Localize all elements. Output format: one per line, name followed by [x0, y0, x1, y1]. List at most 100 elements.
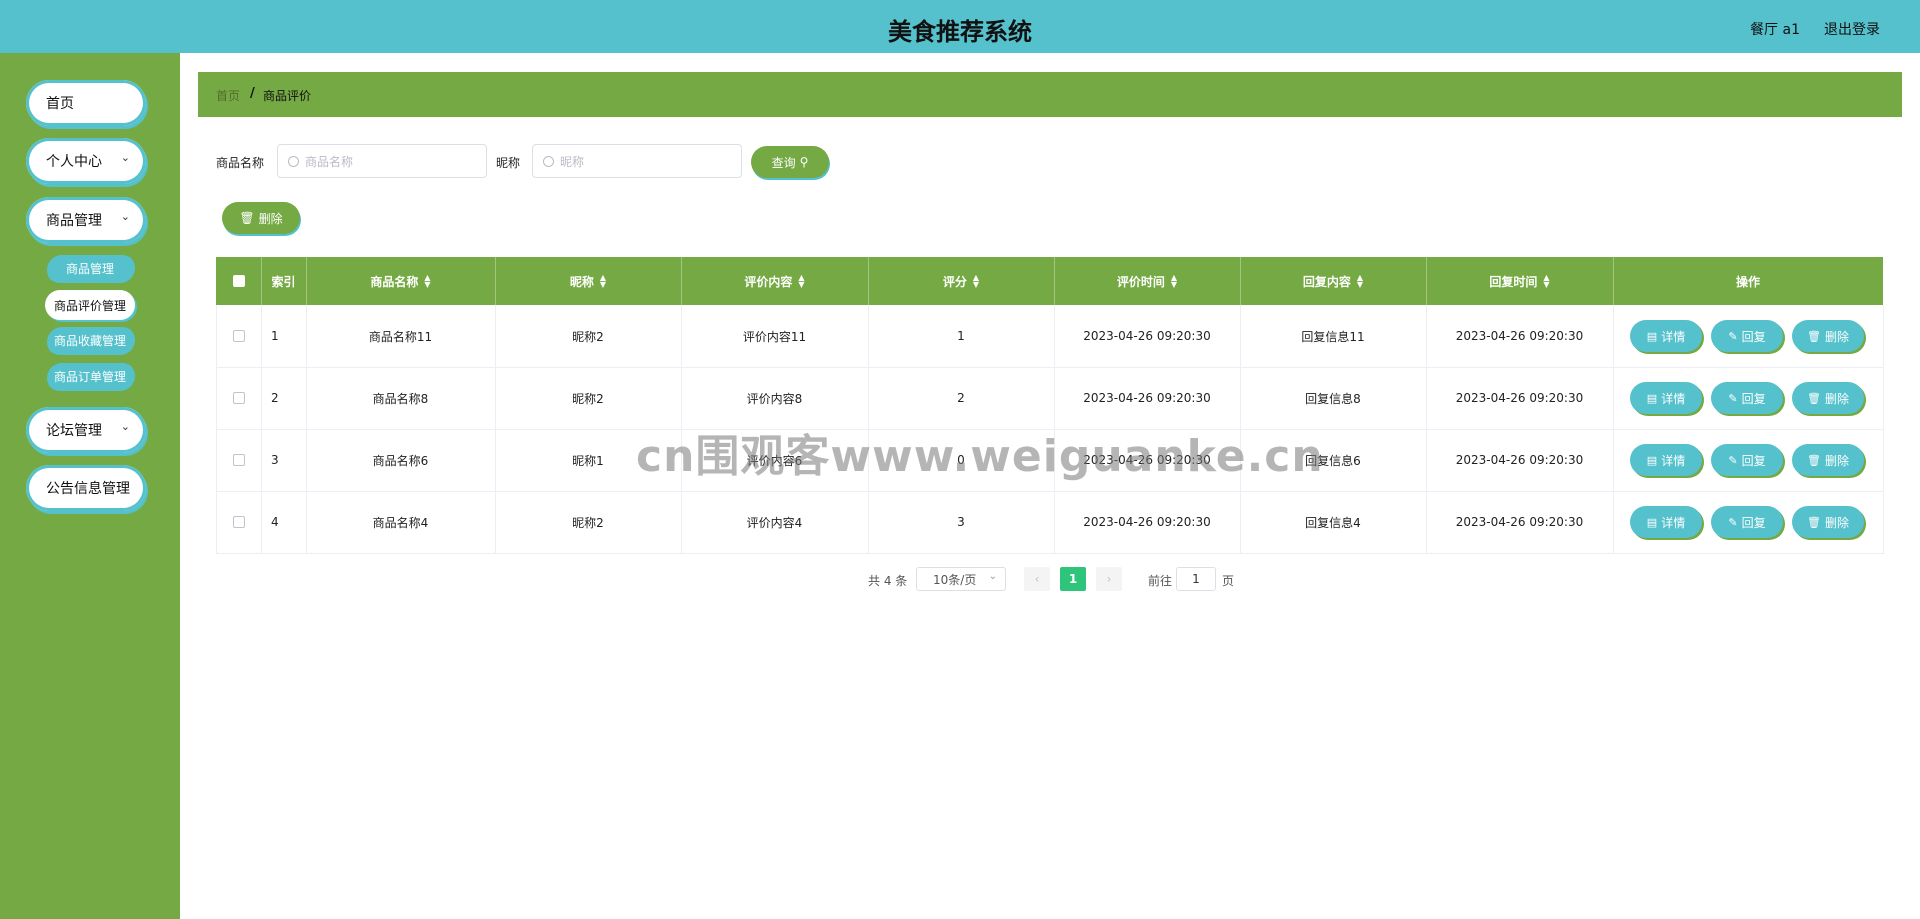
- next-page-button[interactable]: ›: [1096, 567, 1122, 591]
- edit-icon: ✎: [1728, 391, 1738, 405]
- cell-reply-time: 2023-04-26 09:20:30: [1455, 515, 1584, 529]
- sidebar-item-label: 商品管理: [46, 213, 102, 229]
- delete-label: 删除: [1824, 329, 1849, 344]
- column-header-name[interactable]: 商品名称 ▲ ▼: [306, 257, 496, 305]
- reply-button[interactable]: ✎ 回复: [1711, 444, 1783, 476]
- sidebar-subitem-goods[interactable]: 商品管理: [45, 253, 135, 283]
- sidebar-item-goods[interactable]: 商品管理 ⌄: [26, 197, 146, 243]
- cell-reply: 回复信息11: [1301, 329, 1365, 344]
- prev-page-button[interactable]: ‹: [1024, 567, 1050, 591]
- sidebar-item-profile[interactable]: 个人中心 ⌄: [26, 138, 146, 184]
- detail-label: 详情: [1661, 329, 1686, 344]
- column-header-label: 昵称: [569, 274, 594, 289]
- reply-button[interactable]: ✎ 回复: [1711, 382, 1783, 414]
- column-header-label: 商品名称: [370, 274, 419, 289]
- column-header-actions: 操作: [1613, 257, 1883, 305]
- sort-icon[interactable]: ▲ ▼: [1357, 274, 1363, 289]
- cell-time: 2023-04-26 09:20:30: [1083, 329, 1211, 343]
- row-checkbox[interactable]: [216, 367, 261, 429]
- trash-icon: 🗑: [1807, 329, 1821, 343]
- app-title: 美食推荐系统: [888, 18, 1032, 46]
- column-header-label: 索引: [271, 274, 296, 289]
- sort-icon[interactable]: ▲ ▼: [973, 274, 979, 289]
- delete-label: 删除: [258, 211, 283, 226]
- sort-icon[interactable]: ▲ ▼: [424, 274, 430, 289]
- delete-button[interactable]: 🗑 删除: [1792, 320, 1864, 352]
- row-checkbox[interactable]: [216, 429, 261, 491]
- trash-icon: 🗑: [239, 211, 255, 225]
- delete-label: 删除: [1824, 391, 1849, 406]
- sidebar-item-notice[interactable]: 公告信息管理: [26, 465, 146, 511]
- row-checkbox[interactable]: [216, 491, 261, 553]
- goto-page-input[interactable]: 1: [1176, 567, 1216, 591]
- sidebar-item-label: 首页: [46, 96, 74, 112]
- column-header-content[interactable]: 评价内容 ▲ ▼: [681, 257, 869, 305]
- delete-button[interactable]: 🗑 删除: [1792, 382, 1864, 414]
- nickname-input[interactable]: 昵称: [532, 144, 742, 178]
- cell-index: 2: [271, 391, 279, 405]
- search-icon: [543, 155, 554, 167]
- sort-icon[interactable]: ▲ ▼: [1171, 274, 1177, 289]
- breadcrumb: 首页 / 商品评价: [198, 72, 1902, 117]
- column-header-label: 回复内容: [1302, 274, 1351, 289]
- cell-reply-time: 2023-04-26 09:20:30: [1455, 329, 1584, 343]
- reply-label: 回复: [1741, 329, 1766, 344]
- sidebar-subitem-orders[interactable]: 商品订单管理: [45, 361, 135, 391]
- column-header-score[interactable]: 评分 ▲ ▼: [868, 257, 1055, 305]
- reply-button[interactable]: ✎ 回复: [1711, 506, 1783, 538]
- checkbox-icon: [232, 516, 245, 528]
- detail-button[interactable]: ▤ 详情: [1630, 320, 1702, 352]
- detail-button[interactable]: ▤ 详情: [1630, 382, 1702, 414]
- select-all-checkbox[interactable]: [216, 257, 262, 305]
- cell-reply-time: 2023-04-26 09:20:30: [1455, 453, 1584, 467]
- sort-icon[interactable]: ▲ ▼: [798, 274, 804, 289]
- query-button[interactable]: 查询 ⚲: [751, 146, 829, 178]
- detail-label: 详情: [1661, 515, 1686, 530]
- column-header-reply-time[interactable]: 回复时间 ▲ ▼: [1426, 257, 1614, 305]
- document-icon: ▤: [1646, 391, 1658, 405]
- top-header: 美食推荐系统 餐厅 a1 退出登录: [0, 0, 1920, 53]
- document-icon: ▤: [1646, 329, 1658, 343]
- sidebar-subitem-reviews[interactable]: 商品评价管理: [45, 290, 135, 320]
- goto-label: 前往: [1148, 574, 1173, 588]
- breadcrumb-current: 商品评价: [263, 89, 312, 103]
- sidebar-item-forum[interactable]: 论坛管理 ⌄: [26, 407, 146, 453]
- page-size-select[interactable]: 10条/页 ⌄: [916, 567, 1006, 591]
- breadcrumb-home[interactable]: 首页: [216, 87, 240, 104]
- sort-icon[interactable]: ▲ ▼: [1543, 274, 1549, 289]
- column-header-nick[interactable]: 昵称 ▲ ▼: [495, 257, 682, 305]
- detail-button[interactable]: ▤ 详情: [1630, 506, 1702, 538]
- column-header-label: 评分: [942, 274, 967, 289]
- cell-score: 3: [957, 515, 965, 529]
- column-header-reply[interactable]: 回复内容 ▲ ▼: [1240, 257, 1427, 305]
- sidebar-item-label: 论坛管理: [46, 423, 102, 439]
- document-icon: ▤: [1646, 515, 1658, 529]
- cell-nick: 昵称2: [572, 329, 604, 344]
- row-checkbox[interactable]: [216, 305, 261, 367]
- cell-content: 评价内容4: [746, 515, 803, 530]
- sidebar-subitem-favorites[interactable]: 商品收藏管理: [45, 325, 135, 355]
- chevron-down-icon: ⌄: [120, 420, 130, 433]
- column-header-label: 操作: [1735, 274, 1760, 289]
- checkbox-icon: [232, 454, 245, 466]
- logout-link[interactable]: 退出登录: [1824, 19, 1880, 39]
- sidebar-item-home[interactable]: 首页: [26, 80, 146, 126]
- detail-button[interactable]: ▤ 详情: [1630, 444, 1702, 476]
- product-name-input[interactable]: 商品名称: [277, 144, 487, 178]
- cell-name: 商品名称6: [372, 453, 429, 468]
- search-icon: [288, 155, 299, 167]
- chevron-down-icon: ⌄: [120, 151, 130, 164]
- cell-name: 商品名称11: [368, 329, 433, 344]
- nickname-placeholder: 昵称: [560, 154, 585, 169]
- detail-label: 详情: [1661, 391, 1686, 406]
- batch-delete-button[interactable]: 🗑 删除: [222, 202, 300, 234]
- checkbox-icon: [232, 392, 245, 404]
- column-header-time[interactable]: 评价时间 ▲ ▼: [1054, 257, 1241, 305]
- current-page[interactable]: 1: [1060, 567, 1086, 591]
- reply-button[interactable]: ✎ 回复: [1711, 320, 1783, 352]
- sort-icon[interactable]: ▲ ▼: [600, 274, 606, 289]
- delete-label: 删除: [1824, 515, 1849, 530]
- delete-button[interactable]: 🗑 删除: [1792, 506, 1864, 538]
- delete-button[interactable]: 🗑 删除: [1792, 444, 1864, 476]
- breadcrumb-separator: /: [250, 86, 255, 101]
